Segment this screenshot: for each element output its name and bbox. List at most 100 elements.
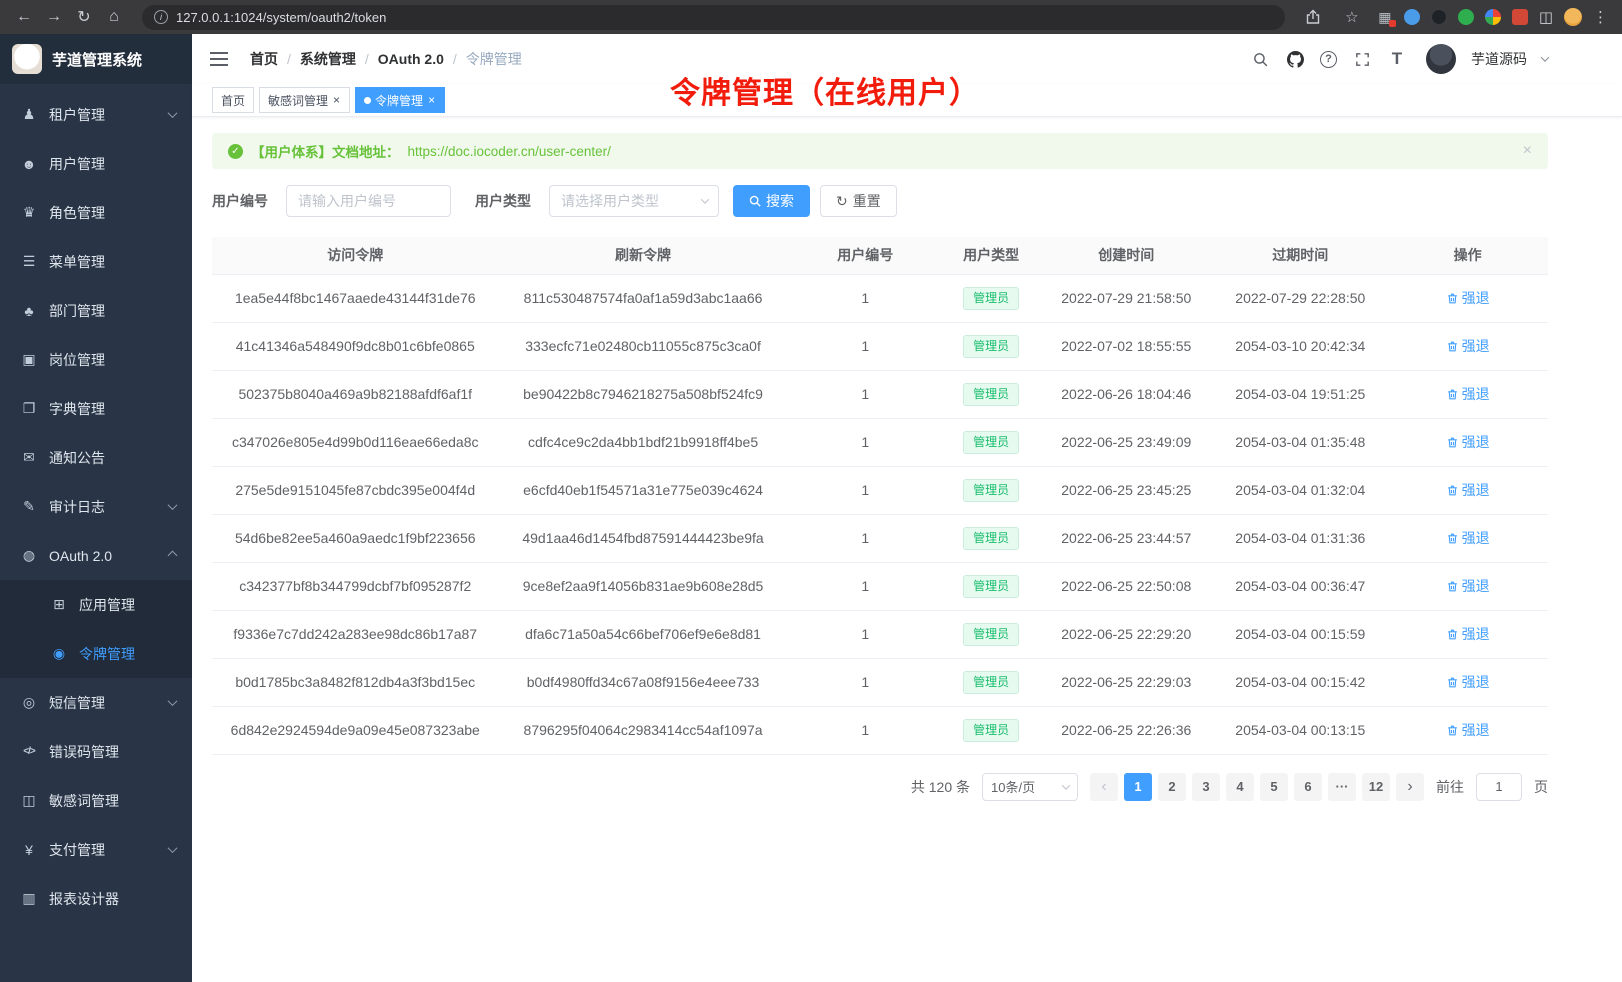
sidebar-item-role[interactable]: ♛ 角色管理: [0, 188, 192, 237]
chevron-down-icon: [168, 696, 178, 706]
sidebar-item-label: OAuth 2.0: [49, 548, 112, 564]
search-button[interactable]: 搜索: [733, 185, 810, 217]
force-logout-button[interactable]: 强退: [1446, 720, 1490, 740]
sidebar-item-payment[interactable]: ¥ 支付管理: [0, 825, 192, 874]
sidebar-item-app-manage[interactable]: ⊞ 应用管理: [0, 580, 192, 629]
fullscreen-icon[interactable]: [1352, 49, 1372, 69]
split-window-icon[interactable]: ◫: [1539, 8, 1553, 26]
sidebar-item-department[interactable]: ♣ 部门管理: [0, 286, 192, 335]
breadcrumb-home[interactable]: 首页: [250, 49, 278, 69]
force-logout-button[interactable]: 强退: [1446, 336, 1490, 356]
browser-address-bar[interactable]: i 127.0.0.1:1024/system/oauth2/token: [142, 5, 1285, 30]
cell-user-type: 管理员: [943, 610, 1039, 658]
extension-icon-2[interactable]: [1404, 9, 1420, 25]
search-button-label: 搜索: [766, 191, 794, 211]
sidebar-item-oauth[interactable]: ◍ OAuth 2.0: [0, 531, 192, 580]
page-button-3[interactable]: 3: [1192, 773, 1220, 801]
close-icon[interactable]: ×: [427, 94, 436, 106]
sidebar-item-error-code[interactable]: </> 错误码管理: [0, 727, 192, 776]
page-button-12[interactable]: 12: [1362, 773, 1390, 801]
user-type-badge: 管理员: [963, 335, 1019, 358]
browser-home-icon[interactable]: ⌂: [100, 4, 128, 30]
force-logout-button[interactable]: 强退: [1446, 288, 1490, 308]
breadcrumb-oauth[interactable]: OAuth 2.0: [378, 51, 444, 67]
sidebar-item-sms[interactable]: ◎ 短信管理: [0, 678, 192, 727]
cell-refresh-token: 49d1aa46d1454fbd87591444423be9fa: [498, 514, 787, 562]
next-page-button[interactable]: ›: [1396, 773, 1424, 801]
extension-icon-4[interactable]: [1458, 9, 1474, 25]
prev-page-button[interactable]: ‹: [1090, 773, 1118, 801]
close-icon[interactable]: ×: [332, 94, 341, 106]
doc-link[interactable]: https://doc.iocoder.cn/user-center/: [408, 144, 611, 159]
user-type-label: 用户类型: [475, 191, 531, 211]
sidebar-item-audit-log[interactable]: ✎ 审计日志: [0, 482, 192, 531]
force-logout-button[interactable]: 强退: [1446, 672, 1490, 692]
user-name[interactable]: 芋道源码: [1471, 49, 1527, 69]
force-logout-button[interactable]: 强退: [1446, 480, 1490, 500]
reset-button[interactable]: ↻ 重置: [820, 185, 897, 217]
force-logout-label: 强退: [1462, 576, 1490, 596]
cell-actions: 强退: [1387, 466, 1548, 514]
search-icon[interactable]: [1250, 49, 1270, 69]
cell-actions: 强退: [1387, 274, 1548, 322]
cell-access-token: 502375b8040a469a9b82188afdf6af1f: [212, 370, 498, 418]
sidebar-item-post[interactable]: ▣ 岗位管理: [0, 335, 192, 384]
cell-user-id: 1: [788, 418, 943, 466]
breadcrumb-system[interactable]: 系统管理: [300, 49, 356, 69]
sidebar-item-sensitive-word[interactable]: ◫ 敏感词管理: [0, 776, 192, 825]
sidebar-item-tenant[interactable]: ♟ 租户管理: [0, 90, 192, 139]
extension-icon-1[interactable]: ▦: [1377, 9, 1393, 25]
sidebar-item-label: 租户管理: [49, 105, 105, 125]
user-avatar[interactable]: [1426, 44, 1456, 74]
user-type-badge: 管理员: [963, 719, 1019, 742]
page-button-2[interactable]: 2: [1158, 773, 1186, 801]
bookmark-star-icon[interactable]: ☆: [1338, 4, 1366, 30]
force-logout-button[interactable]: 强退: [1446, 528, 1490, 548]
tab-sensitive-words[interactable]: 敏感词管理 ×: [259, 87, 350, 113]
extension-icon-3[interactable]: [1431, 9, 1447, 25]
page-button-6[interactable]: 6: [1294, 773, 1322, 801]
sidebar-item-token-manage[interactable]: ◉ 令牌管理: [0, 629, 192, 678]
page-button-1[interactable]: 1: [1124, 773, 1152, 801]
close-icon[interactable]: ×: [1523, 142, 1532, 160]
extension-icon-6[interactable]: [1512, 9, 1528, 25]
extension-icon-5[interactable]: [1485, 9, 1501, 25]
sidebar-item-notice[interactable]: ✉ 通知公告: [0, 433, 192, 482]
force-logout-button[interactable]: 强退: [1446, 384, 1490, 404]
more-pages-button[interactable]: ···: [1328, 773, 1356, 801]
page-button-5[interactable]: 5: [1260, 773, 1288, 801]
force-logout-label: 强退: [1462, 672, 1490, 692]
cell-user-id: 1: [788, 274, 943, 322]
sidebar-item-menu[interactable]: ☰ 菜单管理: [0, 237, 192, 286]
force-logout-button[interactable]: 强退: [1446, 432, 1490, 452]
table-row: 6d842e2924594de9a09e45e087323abe 8796295…: [212, 706, 1548, 754]
browser-profile-avatar[interactable]: [1564, 8, 1582, 26]
cell-actions: 强退: [1387, 514, 1548, 562]
page-size-select[interactable]: 10条/页: [982, 773, 1078, 801]
force-logout-button[interactable]: 强退: [1446, 576, 1490, 596]
tab-home[interactable]: 首页: [212, 87, 254, 113]
share-icon[interactable]: [1299, 4, 1327, 30]
page-button-4[interactable]: 4: [1226, 773, 1254, 801]
user-id-input[interactable]: [286, 185, 451, 217]
browser-forward-icon[interactable]: →: [40, 4, 68, 30]
browser-reload-icon[interactable]: ↻: [70, 4, 98, 30]
site-info-icon[interactable]: i: [154, 10, 168, 24]
sidebar-item-report-designer[interactable]: ▥ 报表设计器: [0, 874, 192, 923]
font-size-icon[interactable]: T: [1387, 49, 1407, 69]
github-icon[interactable]: [1285, 49, 1305, 69]
user-type-badge: 管理员: [963, 671, 1019, 694]
help-icon[interactable]: ?: [1320, 51, 1337, 68]
goto-page-input[interactable]: [1476, 773, 1522, 801]
cell-user-type: 管理员: [943, 706, 1039, 754]
force-logout-button[interactable]: 强退: [1446, 624, 1490, 644]
sidebar-item-label: 岗位管理: [49, 350, 105, 370]
tab-bar: 首页 敏感词管理 × 令牌管理 ×: [192, 84, 1622, 117]
collapse-menu-icon[interactable]: [210, 58, 228, 60]
sidebar-item-dictionary[interactable]: ❐ 字典管理: [0, 384, 192, 433]
browser-back-icon[interactable]: ←: [10, 4, 38, 30]
user-type-select[interactable]: 请选择用户类型: [549, 185, 719, 217]
sidebar-item-user[interactable]: ☻ 用户管理: [0, 139, 192, 188]
tab-token-manage[interactable]: 令牌管理 ×: [355, 87, 445, 113]
browser-menu-icon[interactable]: ⋮: [1593, 8, 1608, 26]
